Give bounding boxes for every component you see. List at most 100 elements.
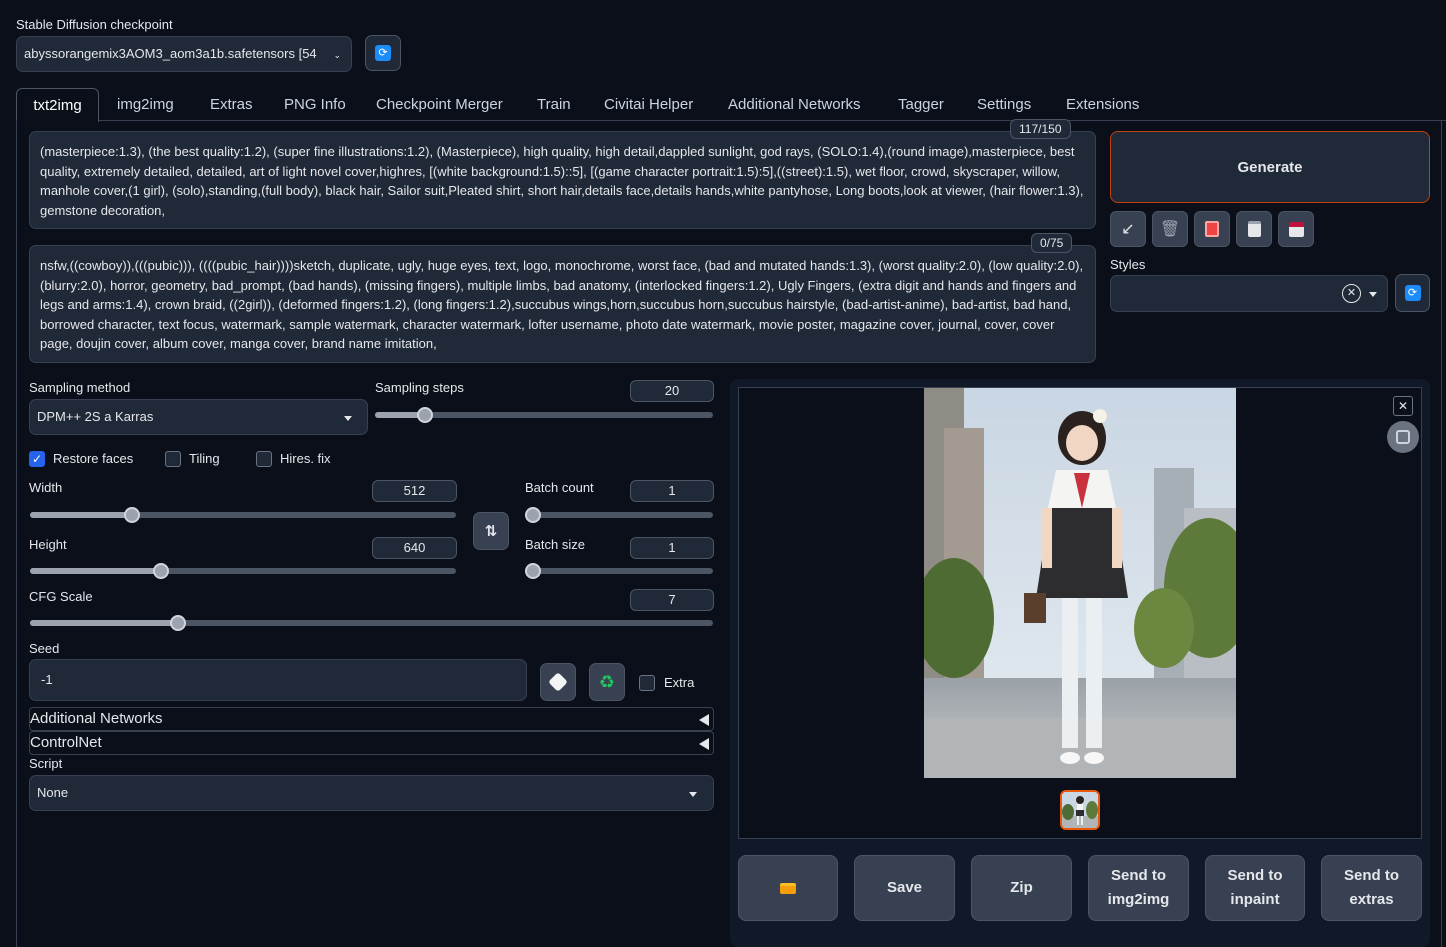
seed-value: -1 xyxy=(41,672,53,687)
save-button[interactable]: Save xyxy=(854,855,955,921)
cfg-scale-label: CFG Scale xyxy=(29,589,93,604)
zip-button[interactable]: Zip xyxy=(971,855,1072,921)
refresh-styles-button[interactable]: ⟳ xyxy=(1395,274,1430,312)
extra-seed-checkbox[interactable] xyxy=(639,675,655,691)
batch-size-label: Batch size xyxy=(525,537,585,552)
random-seed-button[interactable] xyxy=(540,663,576,701)
seed-input[interactable]: -1 xyxy=(29,659,527,701)
send-to-extras-label-line2: extras xyxy=(1349,891,1394,908)
batch-size-input[interactable]: 1 xyxy=(630,537,714,559)
sampling-method-label: Sampling method xyxy=(29,380,131,395)
trash-icon: 🗑 xyxy=(1159,221,1181,238)
save-icon xyxy=(1288,221,1304,237)
recycle-icon: ♻ xyxy=(598,671,616,692)
slider-thumb[interactable] xyxy=(525,507,541,523)
fullscreen-button[interactable] xyxy=(1387,421,1419,453)
send-to-inpaint-label-line1: Send to xyxy=(1227,867,1283,884)
batch-size-slider[interactable] xyxy=(525,563,713,579)
clear-prompt-button[interactable]: 🗑 xyxy=(1152,211,1188,247)
checkpoint-select[interactable]: abyssorangemix3AOM3_aom3a1b.safetensors … xyxy=(16,36,352,72)
styles-select[interactable]: ✕ xyxy=(1110,275,1388,312)
hires-fix-label: Hires. fix xyxy=(280,451,331,466)
sampling-steps-slider[interactable] xyxy=(375,407,713,423)
width-input[interactable]: 512 xyxy=(372,480,457,502)
slider-thumb[interactable] xyxy=(525,563,541,579)
clear-icon[interactable]: ✕ xyxy=(1342,284,1361,303)
sampling-steps-input[interactable]: 20 xyxy=(630,380,714,402)
tiling-label: Tiling xyxy=(189,451,220,466)
open-folder-button[interactable] xyxy=(738,855,838,921)
tab-img2img[interactable]: img2img xyxy=(117,96,174,120)
styles-label: Styles xyxy=(1110,257,1146,272)
card-icon xyxy=(1205,221,1219,237)
accordion-label: ControlNet xyxy=(30,734,102,751)
tab-checkpoint-merger[interactable]: Checkpoint Merger xyxy=(376,96,503,120)
prompt-textarea[interactable]: (masterpiece:1.3), (the best quality:1.2… xyxy=(29,131,1096,229)
cfg-scale-input[interactable]: 7 xyxy=(630,589,714,611)
tab-additional-networks[interactable]: Additional Networks xyxy=(728,96,861,120)
reuse-seed-button[interactable]: ♻ xyxy=(589,663,625,701)
tab-tagger[interactable]: Tagger xyxy=(898,96,944,120)
send-to-inpaint-button[interactable]: Send to inpaint xyxy=(1205,855,1305,921)
extra-seed-label: Extra xyxy=(664,675,695,690)
fullscreen-icon xyxy=(1396,430,1410,444)
chevron-down-icon xyxy=(1369,292,1377,297)
extra-networks-button[interactable] xyxy=(1194,211,1230,247)
negative-prompt-textarea[interactable]: nsfw,((cowboy)),(((pubic))), ((((pubic_h… xyxy=(29,245,1096,363)
send-to-img2img-button[interactable]: Send to img2img xyxy=(1088,855,1189,921)
refresh-icon: ⟳ xyxy=(375,45,391,61)
slider-thumb[interactable] xyxy=(417,407,433,423)
read-params-button[interactable]: ↙ xyxy=(1110,211,1146,247)
generated-image[interactable] xyxy=(924,388,1236,778)
height-label: Height xyxy=(29,537,67,552)
tab-train[interactable]: Train xyxy=(537,96,571,120)
hires-fix-checkbox[interactable] xyxy=(256,451,272,467)
chevron-down-icon: ⌄ xyxy=(333,50,341,60)
prompt-text: (masterpiece:1.3), (the best quality:1.2… xyxy=(40,144,1084,218)
prompt-token-counter: 117/150 xyxy=(1010,119,1071,139)
batch-count-input[interactable]: 1 xyxy=(630,480,714,502)
slider-thumb[interactable] xyxy=(124,507,140,523)
dice-icon xyxy=(548,672,568,692)
slider-thumb[interactable] xyxy=(153,563,169,579)
additional-networks-accordion[interactable]: Additional Networks xyxy=(29,707,714,731)
gallery-thumbnail[interactable] xyxy=(1060,790,1100,830)
height-slider[interactable] xyxy=(30,563,456,579)
width-slider[interactable] xyxy=(30,507,456,523)
collapse-icon xyxy=(699,714,709,726)
sampling-method-select[interactable]: DPM++ 2S a Karras xyxy=(29,399,368,435)
tab-extras[interactable]: Extras xyxy=(210,96,253,120)
close-icon: ✕ xyxy=(1397,399,1409,413)
restore-faces-checkbox[interactable]: ✓ xyxy=(29,451,45,467)
cfg-scale-slider[interactable] xyxy=(30,615,713,631)
save-label: Save xyxy=(886,879,923,896)
tiling-checkbox[interactable] xyxy=(165,451,181,467)
tab-civitai-helper[interactable]: Civitai Helper xyxy=(604,96,693,120)
swap-dimensions-button[interactable]: ⇅ xyxy=(473,512,509,550)
tab-png-info[interactable]: PNG Info xyxy=(284,96,346,120)
seed-label: Seed xyxy=(29,641,60,656)
accordion-label: Additional Networks xyxy=(30,710,163,727)
save-style-button[interactable] xyxy=(1278,211,1314,247)
close-gallery-button[interactable]: ✕ xyxy=(1393,396,1413,416)
apply-style-button[interactable] xyxy=(1236,211,1272,247)
tab-txt2img[interactable]: txt2img xyxy=(16,88,99,122)
send-to-extras-label-line1: Send to xyxy=(1344,867,1399,884)
script-select[interactable]: None xyxy=(29,775,714,811)
tab-settings[interactable]: Settings xyxy=(977,96,1031,120)
refresh-checkpoint-button[interactable]: ⟳ xyxy=(365,35,401,71)
swap-icon: ⇅ xyxy=(484,523,498,540)
checkpoint-label: Stable Diffusion checkpoint xyxy=(16,17,173,32)
controlnet-accordion[interactable]: ControlNet xyxy=(29,731,714,755)
sampling-method-value: DPM++ 2S a Karras xyxy=(37,409,154,424)
height-input[interactable]: 640 xyxy=(372,537,457,559)
chevron-down-icon xyxy=(344,416,352,421)
tab-extensions[interactable]: Extensions xyxy=(1066,96,1139,120)
batch-count-slider[interactable] xyxy=(525,507,713,523)
send-to-extras-button[interactable]: Send to extras xyxy=(1321,855,1422,921)
generate-button[interactable]: Generate xyxy=(1110,131,1430,203)
generated-image-svg xyxy=(924,388,1236,778)
slider-thumb[interactable] xyxy=(170,615,186,631)
send-to-img2img-label-line1: Send to xyxy=(1111,867,1166,884)
send-to-img2img-label-line2: img2img xyxy=(1107,891,1170,908)
